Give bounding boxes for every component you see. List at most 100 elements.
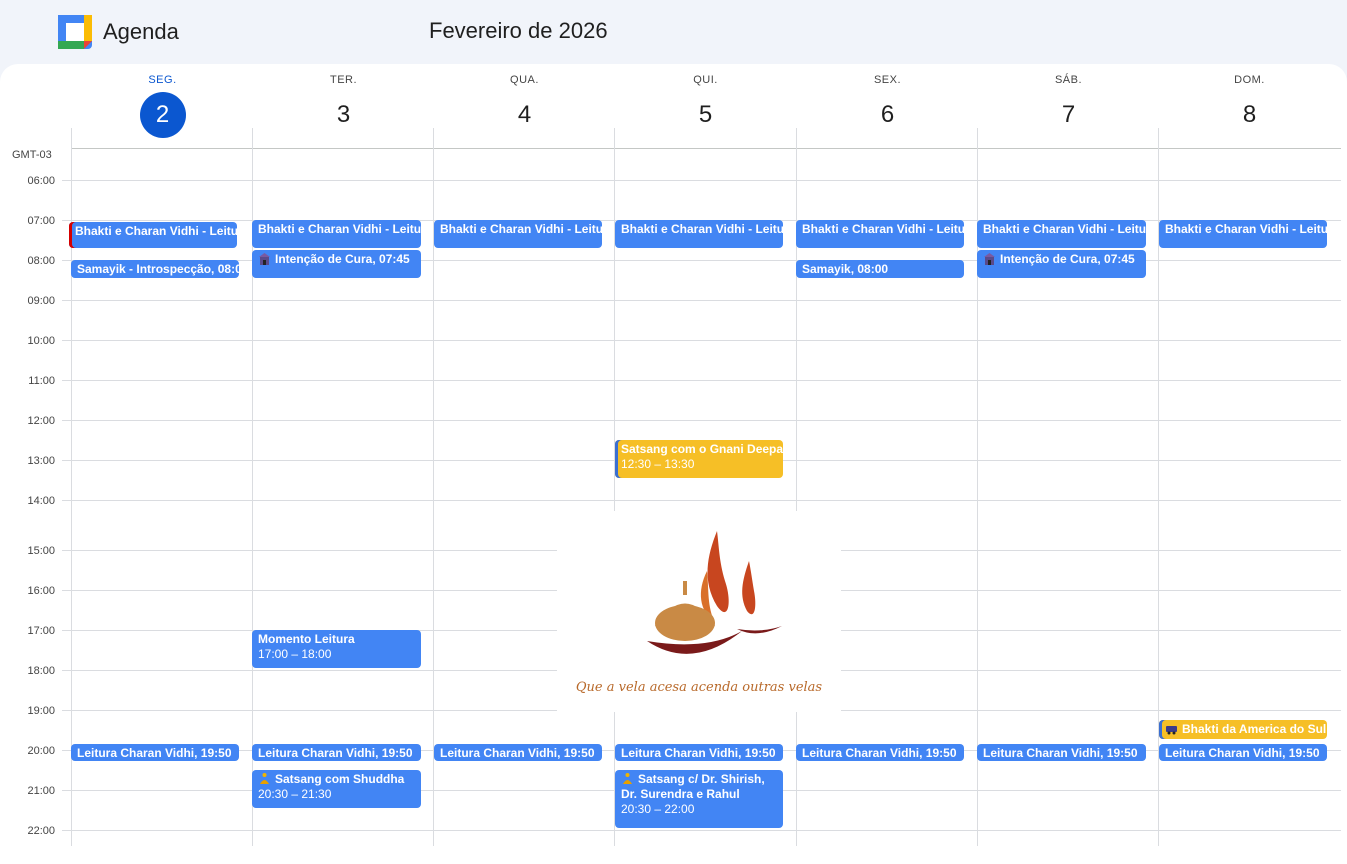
event-leitura-charan-vidhi[interactable]: Leitura Charan Vidhi, 19:50 [1159, 744, 1327, 761]
hour-line [62, 500, 1341, 501]
event-title: Bhakti e Charan Vidhi - Leitura [75, 224, 237, 238]
candle-logo-watermark: Que a vela acesa acenda outras velas [557, 511, 841, 712]
event-samayik[interactable]: Samayik - Introspecção, 08:00 [71, 260, 239, 278]
event-leitura-charan-vidhi[interactable]: Leitura Charan Vidhi, 19:50 [796, 744, 964, 761]
event-momento-leitura[interactable]: Momento Leitura 17:00 – 18:00 [252, 630, 421, 668]
event-title: Leitura Charan Vidhi, 19:50 [440, 746, 595, 760]
event-bhakti-america-do-sul[interactable]: Bhakti da America do Sul [1159, 720, 1327, 739]
event-samayik[interactable]: Samayik, 08:00 [796, 260, 964, 278]
event-title: Bhakti e Charan Vidhi - Leitura [802, 222, 964, 236]
event-time: 20:30 – 22:00 [621, 802, 695, 816]
day-header-sun[interactable]: DOM. 8 [1159, 74, 1340, 138]
event-bhakti-leitura[interactable]: Bhakti e Charan Vidhi - Leitura [69, 222, 237, 248]
event-title: Intenção de Cura, 07:45 [1000, 252, 1135, 266]
event-title: Bhakti e Charan Vidhi - Leitura [440, 222, 602, 236]
event-intencao-de-cura[interactable]: Intenção de Cura, 07:45 [252, 250, 421, 278]
event-title: Satsang com Shuddha [275, 772, 405, 786]
hour-label: 22:00 [27, 825, 55, 837]
day-header-thu[interactable]: QUI. 5 [615, 74, 796, 138]
event-leitura-charan-vidhi[interactable]: Leitura Charan Vidhi, 19:50 [977, 744, 1146, 761]
day-name: SEG. [148, 74, 177, 86]
day-number[interactable]: 4 [502, 92, 548, 138]
day-number[interactable]: 7 [1046, 92, 1092, 138]
calendar-logo-icon[interactable] [58, 15, 92, 49]
event-title: Bhakti e Charan Vidhi - Leitura [983, 222, 1146, 236]
header-divider [71, 148, 1341, 149]
hour-line [62, 420, 1341, 421]
day-number-today[interactable]: 2 [139, 92, 186, 138]
day-header-wed[interactable]: QUA. 4 [434, 74, 615, 138]
day-header-sat[interactable]: SÁB. 7 [978, 74, 1159, 138]
day-header-fri[interactable]: SEX. 6 [797, 74, 978, 138]
hour-label: 13:00 [27, 455, 55, 467]
event-bhakti-leitura[interactable]: Bhakti e Charan Vidhi - Leitura [252, 220, 421, 248]
event-leitura-charan-vidhi[interactable]: Leitura Charan Vidhi, 19:50 [434, 744, 602, 761]
event-title: Samayik - Introspecção, 08:00 [77, 262, 239, 276]
hour-label: 08:00 [27, 255, 55, 267]
event-time: 12:30 – 13:30 [621, 457, 695, 471]
hour-label: 17:00 [27, 625, 55, 637]
month-title: Fevereiro de 2026 [429, 18, 608, 43]
day-number[interactable]: 5 [683, 92, 729, 138]
hour-label: 10:00 [27, 335, 55, 347]
hour-label: 14:00 [27, 495, 55, 507]
hour-label: 11:00 [28, 375, 55, 387]
event-title: Bhakti e Charan Vidhi - Leitura [1165, 222, 1327, 236]
event-title: Leitura Charan Vidhi, 19:50 [258, 746, 413, 760]
event-title: Leitura Charan Vidhi, 19:50 [621, 746, 776, 760]
day-name: SÁB. [1054, 74, 1083, 86]
event-title: Momento Leitura [258, 632, 355, 646]
event-intencao-de-cura[interactable]: Intenção de Cura, 07:45 [977, 250, 1146, 278]
hour-line [62, 380, 1341, 381]
event-title: Leitura Charan Vidhi, 19:50 [77, 746, 232, 760]
hour-line [62, 830, 1341, 831]
event-title: Leitura Charan Vidhi, 19:50 [983, 746, 1138, 760]
event-bhakti-leitura[interactable]: Bhakti e Charan Vidhi - Leitura [796, 220, 964, 248]
event-satsang-gnani[interactable]: Satsang com o Gnani Deepak 12:30 – 13:30 [615, 440, 783, 478]
vehicle-icon [1166, 726, 1177, 735]
top-bar: Agenda Fevereiro de 2026 [0, 0, 1347, 66]
event-leitura-charan-vidhi[interactable]: Leitura Charan Vidhi, 19:50 [615, 744, 783, 761]
praying-person-icon [260, 773, 269, 784]
event-title: Bhakti da America do Sul [1182, 722, 1327, 736]
event-title: Bhakti e Charan Vidhi - Leitura [258, 222, 421, 236]
day-name: TER. [329, 74, 358, 86]
event-bhakti-leitura[interactable]: Bhakti e Charan Vidhi - Leitura [977, 220, 1146, 248]
timezone-label: GMT-03 [12, 149, 52, 161]
hour-line [62, 300, 1341, 301]
day-name: QUI. [693, 74, 718, 86]
day-number[interactable]: 8 [1227, 92, 1273, 138]
praying-person-icon [623, 773, 632, 784]
day-name: QUA. [510, 74, 539, 86]
event-title: Satsang c/ Dr. Shirish, [638, 772, 765, 786]
event-leitura-charan-vidhi[interactable]: Leitura Charan Vidhi, 19:50 [252, 744, 421, 761]
hour-line [62, 340, 1341, 341]
day-number[interactable]: 6 [865, 92, 911, 138]
event-satsang-shuddha[interactable]: Satsang com Shuddha 20:30 – 21:30 [252, 770, 421, 808]
event-title: Samayik, 08:00 [802, 262, 889, 276]
event-bhakti-leitura[interactable]: Bhakti e Charan Vidhi - Leitura [615, 220, 783, 248]
hour-label: 19:00 [27, 705, 55, 717]
hour-label: 21:00 [27, 785, 55, 797]
hour-line [62, 180, 1341, 181]
event-title-cont: Dr. Surendra e Rahul [621, 787, 740, 801]
event-title: Leitura Charan Vidhi, 19:50 [1165, 746, 1320, 760]
hour-label: 12:00 [27, 415, 55, 427]
event-bhakti-leitura[interactable]: Bhakti e Charan Vidhi - Leitura [1159, 220, 1327, 248]
event-leitura-charan-vidhi[interactable]: Leitura Charan Vidhi, 19:50 [71, 744, 239, 761]
app-name: Agenda [103, 19, 179, 44]
day-header-mon[interactable]: SEG. 2 [72, 74, 253, 138]
day-header-tue[interactable]: TER. 3 [253, 74, 434, 138]
event-bhakti-leitura[interactable]: Bhakti e Charan Vidhi - Leitura [434, 220, 602, 248]
day-name: DOM. [1234, 74, 1265, 86]
event-time: 20:30 – 21:30 [258, 787, 332, 801]
temple-icon [259, 253, 270, 265]
hour-label: 16:00 [27, 585, 55, 597]
day-number[interactable]: 3 [321, 92, 367, 138]
day-name: SEX. [873, 74, 902, 86]
event-title: Intenção de Cura, 07:45 [275, 252, 410, 266]
event-satsang-shirish[interactable]: Satsang c/ Dr. Shirish, Dr. Surendra e R… [615, 770, 783, 828]
event-title: Bhakti e Charan Vidhi - Leitura [621, 222, 783, 236]
candle-flame-logo [647, 531, 782, 654]
hour-label: 06:00 [27, 175, 55, 187]
